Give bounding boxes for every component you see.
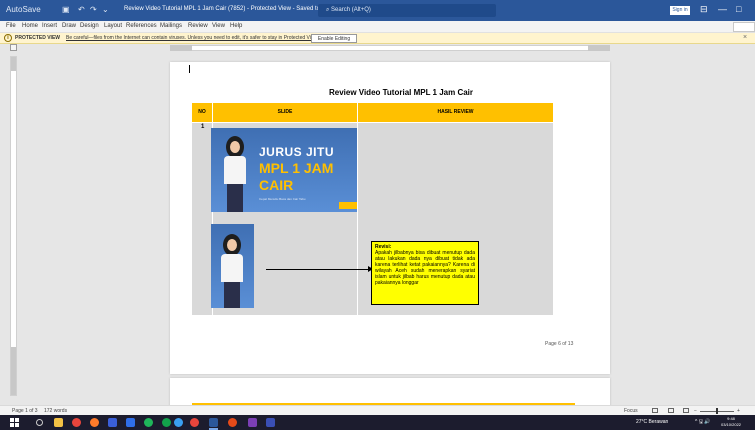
ruler-track[interactable]	[170, 45, 610, 51]
tab-file[interactable]: File	[6, 23, 16, 29]
app-icon[interactable]	[266, 418, 275, 427]
enable-editing-button[interactable]: Enable Editing	[311, 34, 357, 43]
zoom-out-button[interactable]: −	[694, 408, 697, 414]
text-cursor	[189, 65, 190, 73]
table-header-no: NO	[192, 103, 212, 122]
edge-icon[interactable]	[174, 418, 183, 427]
woman-figure	[218, 234, 248, 308]
document-page[interactable]: Review Video Tutorial MPL 1 Jam Cair NO …	[170, 62, 610, 374]
slide-image-title[interactable]: JURUS JITU MPL 1 JAM CAIR Cepat Menuliu …	[211, 128, 357, 212]
pants-shape	[224, 282, 240, 308]
sign-in-button[interactable]: Sign in	[670, 6, 690, 15]
web-layout-icon[interactable]	[683, 408, 689, 413]
maximize-button[interactable]: □	[736, 4, 741, 14]
search-box[interactable]: ⌕ Search (Alt+Q)	[318, 4, 496, 17]
clock[interactable]: 9:48 03/10/2022	[721, 416, 741, 428]
windows-start-icon[interactable]	[10, 418, 19, 427]
document-title: Review Video Tutorial MPL 1 Jam Cair	[328, 88, 474, 97]
weather-widget[interactable]: 27°C Berawan	[636, 419, 668, 425]
tab-review[interactable]: Review	[188, 23, 208, 29]
app-icon[interactable]	[126, 418, 135, 427]
system-tray-icons[interactable]: ^ 🖫 🔊	[695, 419, 711, 427]
save-icon[interactable]: ▣	[62, 5, 70, 14]
tab-design[interactable]: Design	[80, 23, 99, 29]
revision-note[interactable]: Revisi: Apakah jilbabnya bisa dibuat men…	[371, 241, 479, 305]
undo-icon[interactable]: ↶	[78, 5, 85, 14]
ribbon-display-icon[interactable]: ⊟	[700, 4, 708, 15]
chrome-icon[interactable]	[72, 418, 81, 427]
autosave-toggle[interactable]: AutoSave	[6, 5, 41, 14]
right-margin-area	[588, 45, 610, 51]
close-bar-icon[interactable]: ×	[743, 34, 747, 41]
row-number: 1	[201, 124, 205, 130]
page-count[interactable]: Page 1 of 3	[12, 408, 38, 414]
firefox-icon[interactable]	[90, 418, 99, 427]
file-explorer-icon[interactable]	[54, 418, 63, 427]
taskbar: 27°C Berawan ^ 🖫 🔊 9:48 03/10/2022	[0, 415, 755, 430]
title-bar: AutoSave ▣ ↶ ↷ ⌄ Review Video Tutorial M…	[0, 0, 755, 21]
word-icon[interactable]	[209, 418, 218, 427]
whatsapp-icon[interactable]	[144, 418, 153, 427]
app-icon[interactable]	[162, 418, 171, 427]
zoom-in-button[interactable]: +	[737, 408, 740, 414]
shirt-shape	[221, 254, 243, 282]
tab-layout[interactable]: Layout	[104, 23, 122, 29]
zoom-slider-thumb[interactable]	[716, 408, 718, 414]
slide-title-line2: MPL 1 JAM	[259, 160, 334, 176]
shirt-shape	[224, 156, 246, 184]
tab-help[interactable]: Help	[230, 23, 242, 29]
app-icon[interactable]	[248, 418, 257, 427]
chrome-icon[interactable]	[190, 418, 199, 427]
pants-shape	[227, 184, 243, 212]
info-icon: i	[4, 34, 12, 42]
word-count[interactable]: 172 words	[44, 408, 67, 414]
face-shape	[227, 239, 237, 251]
table-cell-no	[192, 123, 212, 315]
minimize-button[interactable]: —	[718, 4, 727, 14]
arrow-connector	[266, 269, 370, 270]
page-number: Page 6 of 13	[545, 341, 574, 347]
read-mode-icon[interactable]	[652, 408, 658, 413]
tab-insert[interactable]: Insert	[42, 23, 57, 29]
logo-badge	[339, 202, 357, 209]
bottom-margin-area	[11, 347, 16, 395]
app-icon[interactable]	[228, 418, 237, 427]
tab-draw[interactable]: Draw	[62, 23, 76, 29]
table-header-slide: SLIDE	[213, 103, 357, 122]
tab-view[interactable]: View	[212, 23, 225, 29]
tab-mailings[interactable]: Mailings	[160, 23, 182, 29]
slide-subtitle: Cepat Menuliu Baca dan Cair Tabu	[259, 197, 306, 201]
search-placeholder: Search (Alt+Q)	[331, 7, 371, 13]
print-layout-icon[interactable]	[668, 408, 674, 413]
focus-button[interactable]: Focus	[624, 408, 638, 414]
table-header-review: HASIL REVIEW	[358, 103, 553, 122]
face-shape	[230, 141, 240, 153]
tab-home[interactable]: Home	[22, 23, 38, 29]
revision-text: Apakah jilbabnya bisa dibuat menutup dad…	[375, 250, 475, 286]
slide-title-line1: JURUS JITU	[259, 145, 335, 159]
window-title: Review Video Tutorial MPL 1 Jam Cair (78…	[124, 6, 341, 12]
top-margin-area	[11, 57, 16, 71]
status-bar: Page 1 of 3 172 words Focus − +	[0, 405, 755, 415]
customize-qat-icon[interactable]: ⌄	[102, 5, 109, 14]
slide-image-figure[interactable]	[211, 224, 254, 308]
ribbon-tabs: File Home Insert Draw Design Layout Refe…	[0, 21, 755, 33]
left-margin-area	[170, 45, 192, 51]
woman-figure	[221, 136, 251, 212]
redo-icon[interactable]: ↷	[90, 5, 97, 14]
protected-view-bar: i PROTECTED VIEW Be careful—files from t…	[0, 33, 755, 44]
search-icon[interactable]	[36, 419, 43, 426]
tab-references[interactable]: References	[126, 23, 157, 29]
protected-view-label: PROTECTED VIEW	[15, 35, 61, 41]
tab-selector[interactable]	[10, 44, 17, 51]
slide-title-line3: CAIR	[259, 177, 294, 193]
share-button[interactable]	[733, 22, 755, 32]
app-icon[interactable]	[108, 418, 117, 427]
protected-view-message[interactable]: Be careful—files from the Internet can c…	[66, 35, 318, 41]
horizontal-ruler	[0, 44, 755, 52]
vertical-ruler	[10, 56, 17, 396]
clock-date: 03/10/2022	[721, 422, 742, 427]
